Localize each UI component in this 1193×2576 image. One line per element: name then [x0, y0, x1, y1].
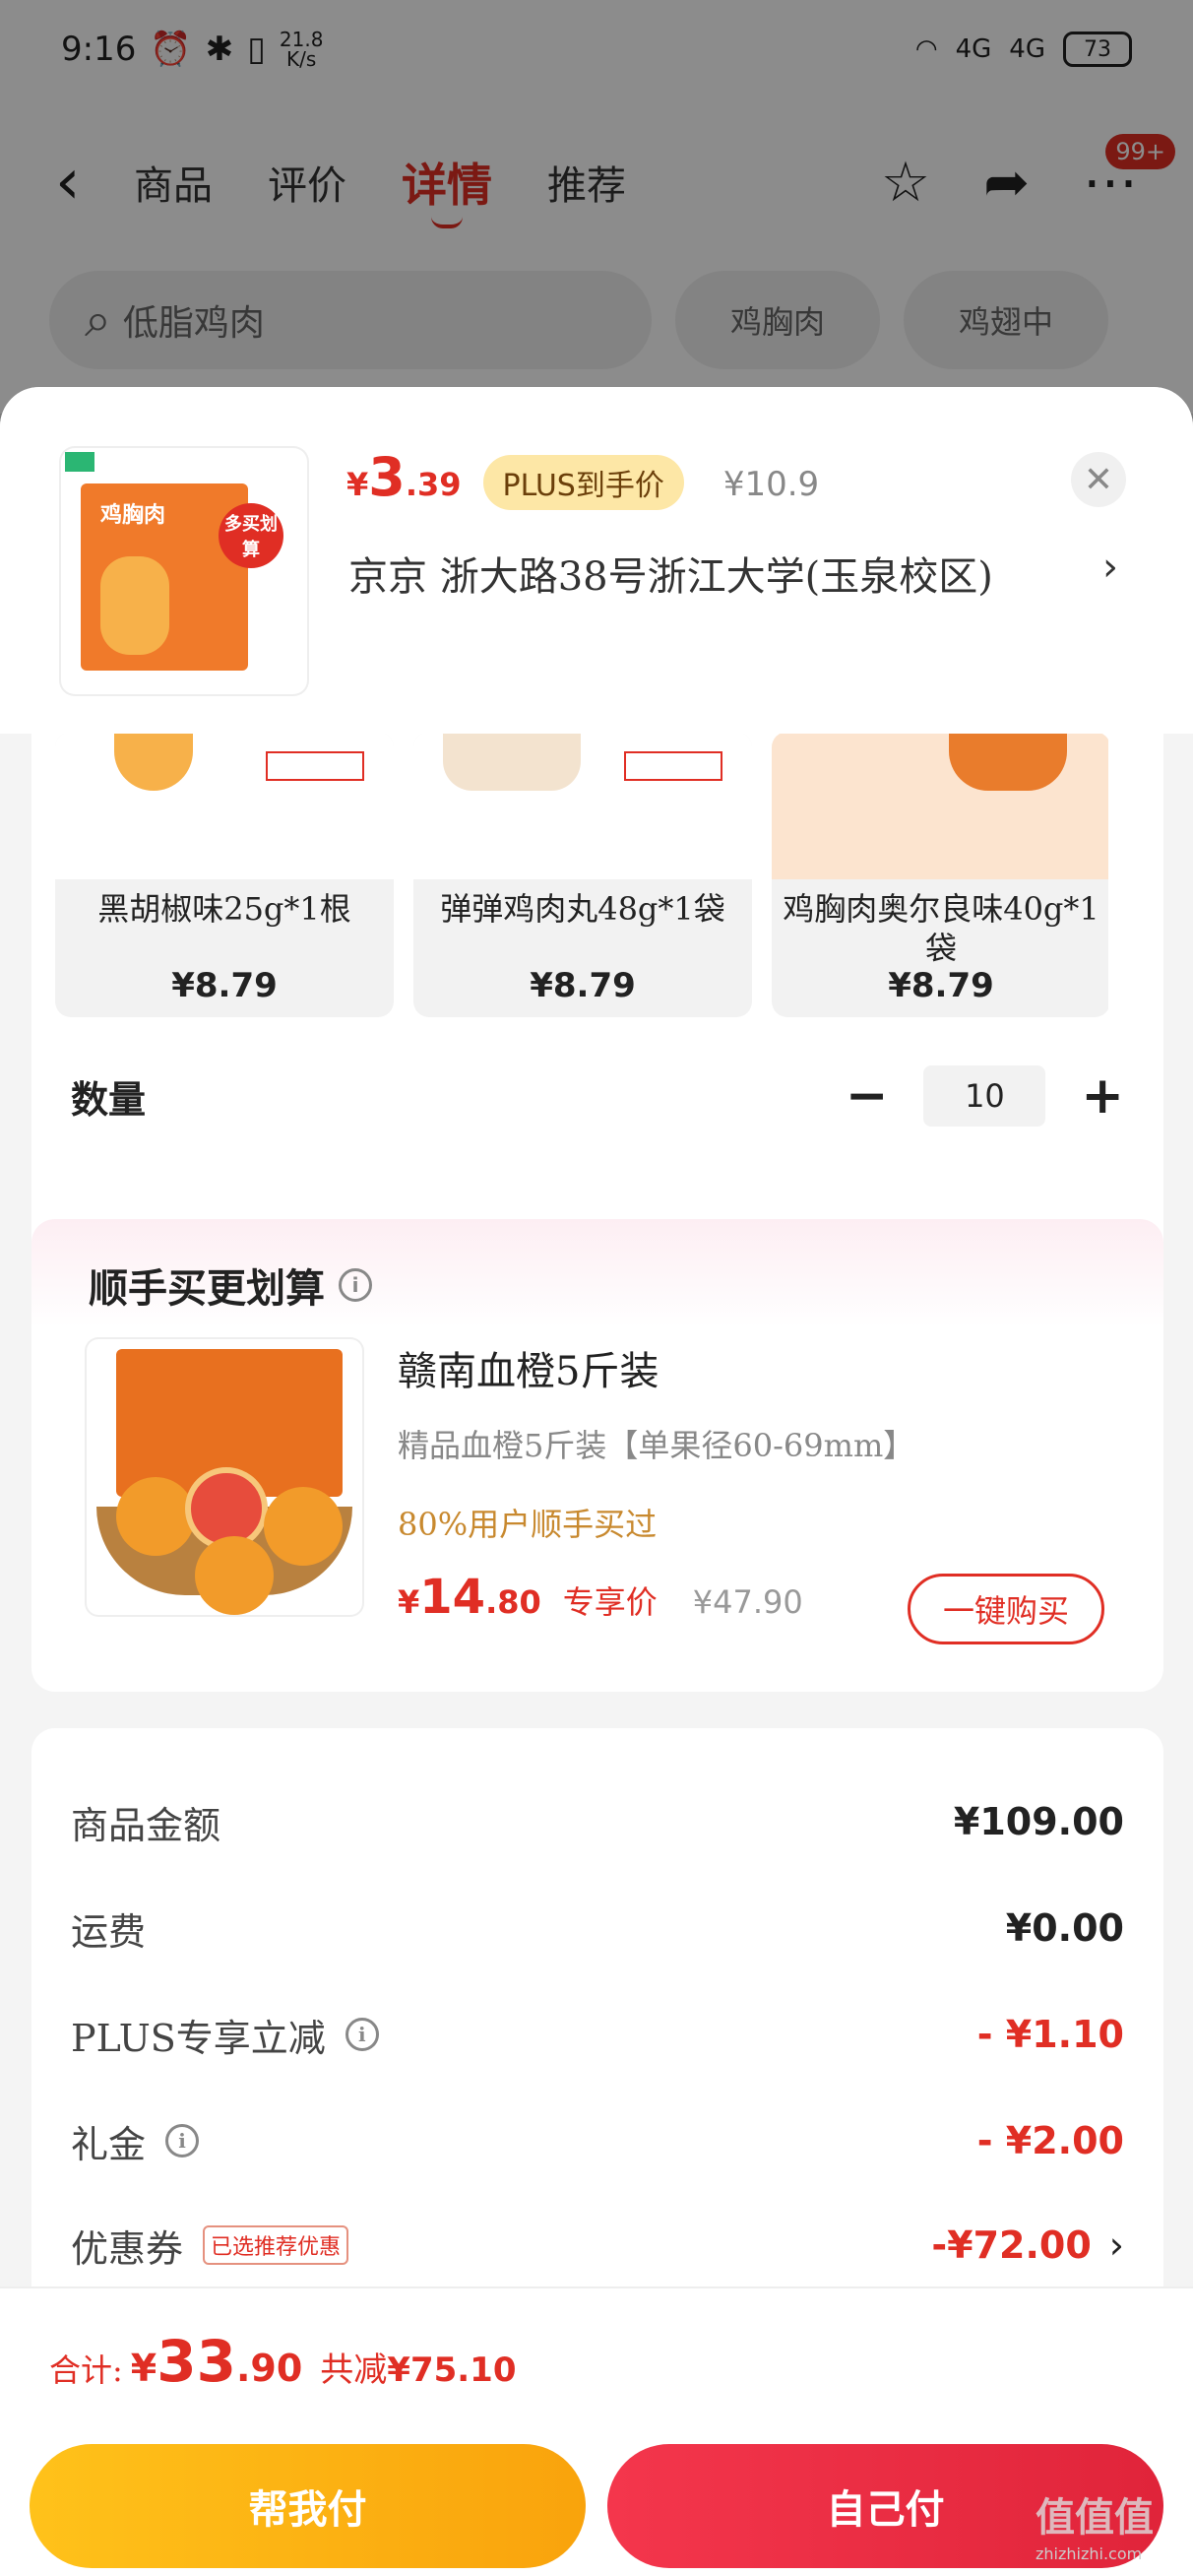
- summary-row-shipping: 运费 ¥0.00: [71, 1906, 1124, 1954]
- price-line: ¥3.39 PLUS到手价 ¥10.9: [346, 446, 819, 510]
- delivery-address[interactable]: 京京 浙大路38号浙江大学(玉泉校区): [348, 545, 993, 602]
- coupon-discount: -¥72.00: [931, 2223, 1092, 2267]
- upsell-popularity: 80%用户顺手买过: [398, 1506, 658, 1543]
- goods-amount: ¥109.00: [953, 1800, 1124, 1843]
- background-page: 9:16 ⏰ ✱ ▯ 21.8 K/s ◠ 4G 4G 73 ‹ 商品 评价 详情…: [0, 0, 1193, 414]
- summary-row-gift: 礼金 i - ¥2.00: [71, 2119, 1124, 2166]
- upsell-card: 顺手买更划算 i 赣南血橙5斤装 精品血橙5斤装【单果径60-69mm】 80%…: [31, 1219, 1163, 1692]
- variant-list: 黑胡椒味25g*1根 ¥8.79 弹弹鸡肉丸48g*1袋 ¥8.79 鸡胸肉奥尔…: [55, 732, 1108, 1017]
- watermark-logo: 值值值: [1036, 2495, 1154, 2541]
- quantity-label: 数量: [71, 1077, 147, 1122]
- close-icon[interactable]: ✕: [1071, 452, 1126, 507]
- variant-image: [55, 732, 394, 879]
- variant-image: [772, 732, 1108, 879]
- plus-discount: - ¥1.10: [976, 2013, 1124, 2056]
- gift-discount: - ¥2.00: [976, 2119, 1124, 2162]
- quantity-input[interactable]: 10: [923, 1065, 1046, 1127]
- shipping-amount: ¥0.00: [1005, 1906, 1124, 1950]
- info-icon[interactable]: i: [339, 1268, 372, 1302]
- variant-price: ¥8.79: [530, 966, 636, 1005]
- coupon-tag: 已选推荐优惠: [203, 2225, 349, 2265]
- quantity-row: 数量 − 10 +: [71, 1057, 1124, 1135]
- watermark-url: zhizhizhi.com: [1036, 2544, 1143, 2563]
- upsell-old-price: ¥47.90: [692, 1583, 803, 1621]
- summary-row-coupon[interactable]: 优惠券 已选推荐优惠 -¥72.00 ›: [71, 2211, 1124, 2280]
- plus-button[interactable]: +: [1081, 1066, 1124, 1126]
- variant-option[interactable]: 黑胡椒味25g*1根 ¥8.79: [55, 732, 394, 1017]
- saved-label: 共减: [320, 2351, 388, 2390]
- variant-option[interactable]: 弹弹鸡肉丸48g*1袋 ¥8.79: [413, 732, 752, 1017]
- address-chevron-icon[interactable]: ›: [1102, 545, 1118, 590]
- chevron-right-icon[interactable]: ›: [1109, 2223, 1124, 2267]
- sheet-header: 鸡胸肉 多买划算 ¥3.39 PLUS到手价 ¥10.9 ✕ 京京 浙大路38号…: [0, 387, 1193, 734]
- info-icon[interactable]: i: [345, 2018, 379, 2051]
- variant-price: ¥8.79: [888, 966, 994, 1005]
- upsell-image[interactable]: [87, 1339, 362, 1615]
- thumb-stamp: 多买划算: [219, 503, 283, 568]
- variant-price: ¥8.79: [171, 966, 278, 1005]
- upsell-product-name[interactable]: 赣南血橙5斤装: [398, 1339, 659, 1396]
- help-pay-button[interactable]: 帮我付: [30, 2444, 586, 2568]
- total-line: 合计: ¥33.90 共减 ¥75.10: [49, 2328, 517, 2395]
- variant-name: 弹弹鸡肉丸48g*1袋: [440, 890, 725, 928]
- one-click-buy-button[interactable]: 一键购买: [908, 1574, 1104, 1644]
- saved-amount: ¥75.10: [387, 2351, 517, 2390]
- current-price: ¥3.39: [346, 446, 462, 508]
- product-thumbnail: 鸡胸肉 多买划算: [61, 448, 307, 694]
- variant-option[interactable]: 鸡胸肉奥尔良味40g*1袋 ¥8.79: [772, 732, 1108, 1017]
- upsell-product-desc: 精品血橙5斤装【单果径60-69mm】: [398, 1427, 915, 1464]
- thumb-label: 鸡胸肉: [100, 503, 166, 528]
- summary-row-plus: PLUS专享立减 i - ¥1.10: [71, 2013, 1124, 2060]
- info-icon[interactable]: i: [165, 2124, 200, 2157]
- minus-button[interactable]: −: [846, 1066, 889, 1126]
- upsell-price: ¥14.80 专享价 ¥47.90: [398, 1570, 803, 1625]
- original-price: ¥10.9: [722, 465, 820, 504]
- brand-tag: [65, 452, 94, 472]
- plus-price-tag: PLUS到手价: [482, 455, 684, 510]
- variant-image: [413, 732, 752, 879]
- dim-overlay[interactable]: [0, 0, 1193, 414]
- exclusive-price-label: 专享价: [562, 1583, 658, 1621]
- summary-row-goods: 商品金额 ¥109.00: [71, 1800, 1124, 1847]
- purchase-sheet: 鸡胸肉 多买划算 ¥3.39 PLUS到手价 ¥10.9 ✕ 京京 浙大路38号…: [0, 387, 1193, 2576]
- variant-name: 黑胡椒味25g*1根: [97, 890, 351, 928]
- quantity-stepper: − 10 +: [846, 1065, 1124, 1127]
- upsell-title: 顺手买更划算 i: [89, 1256, 372, 1314]
- checkout-footer: 合计: ¥33.90 共减 ¥75.10 帮我付 自己付: [0, 2286, 1193, 2576]
- variant-name: 鸡胸肉奥尔良味40g*1袋: [783, 890, 1099, 967]
